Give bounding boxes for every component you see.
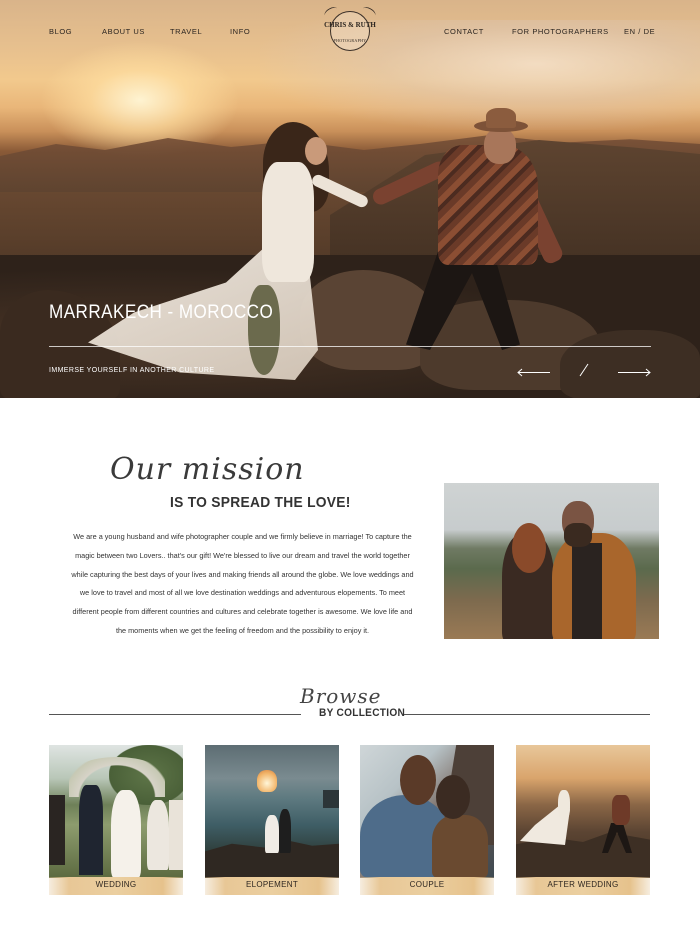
language-switcher[interactable]: EN / DE <box>624 27 655 36</box>
hero-subtitle: IMMERSE YOURSELF IN ANOTHER CULTURE <box>49 367 215 374</box>
img-bride <box>558 790 570 820</box>
collection-elopement[interactable]: ELOPEMENT <box>205 745 339 895</box>
divider-line <box>404 714 650 715</box>
bride-body <box>262 162 314 282</box>
bouquet <box>248 285 280 375</box>
img-woman-head <box>400 755 436 805</box>
nav-contact[interactable]: CONTACT <box>444 27 484 36</box>
arrow-right-icon[interactable] <box>617 368 651 377</box>
collection-couple[interactable]: COUPLE <box>360 745 494 895</box>
nav-about-us[interactable]: ABOUT US <box>102 27 145 36</box>
img-bride <box>265 815 279 853</box>
collection-label[interactable]: AFTER WEDDING <box>516 880 650 889</box>
nav-blog[interactable]: BLOG <box>49 27 72 36</box>
collection-after-wedding[interactable]: AFTER WEDDING <box>516 745 650 895</box>
photo-woman-hair <box>512 523 546 573</box>
img-man-head <box>436 775 470 819</box>
photo-man-beard <box>564 523 592 547</box>
nav-for-photographers[interactable]: FOR PHOTOGRAPHERS <box>512 27 609 36</box>
logo-badge <box>330 11 370 51</box>
browse-script-title: Browse <box>300 684 382 708</box>
collection-image[interactable] <box>360 745 494 878</box>
mission-text: We are a young husband and wife photogra… <box>71 532 414 635</box>
collection-image[interactable] <box>516 745 650 878</box>
hero-title: MARRAKECH - MOROCCO <box>49 302 274 323</box>
nav-travel[interactable]: TRAVEL <box>170 27 202 36</box>
collection-label[interactable]: ELOPEMENT <box>205 880 339 889</box>
img-groom <box>79 785 103 875</box>
img-guest <box>169 800 183 870</box>
img-guest <box>49 795 65 865</box>
divider-line <box>49 714 301 715</box>
collection-image[interactable] <box>49 745 183 878</box>
photo-man-shirt <box>572 543 602 639</box>
img-groom <box>612 795 630 825</box>
img-cliff <box>323 790 339 808</box>
img-man <box>432 815 488 878</box>
img-groom <box>279 809 291 853</box>
mission-heading: IS TO SPREAD THE LOVE! <box>170 494 351 511</box>
couple-photo <box>444 483 659 639</box>
img-bride <box>111 790 141 878</box>
bride-face <box>305 137 327 165</box>
collection-grid: WEDDING ELOPEMENT COUPLE AFTER WEDDING <box>49 745 651 895</box>
site-logo[interactable]: CHRIS & RUTH PHOTOGRAPHY <box>322 5 378 54</box>
collection-label[interactable]: COUPLE <box>360 880 494 889</box>
browse-heading: BY COLLECTION <box>319 707 406 719</box>
logo-sub: PHOTOGRAPHY <box>333 38 367 43</box>
collection-image[interactable] <box>205 745 339 878</box>
divider-slash-icon <box>579 363 589 377</box>
groom-shirt <box>438 145 538 265</box>
groom-head <box>484 128 516 164</box>
nav-info[interactable]: INFO <box>230 27 250 36</box>
mission-script-title: Our mission <box>110 452 305 487</box>
collection-label[interactable]: WEDDING <box>49 880 183 889</box>
collection-wedding[interactable]: WEDDING <box>49 745 183 895</box>
hero-divider <box>49 346 651 347</box>
groom-hat <box>486 108 516 128</box>
img-guest <box>147 800 169 870</box>
img-sky-lantern <box>257 770 277 792</box>
arrow-left-icon[interactable] <box>517 368 551 377</box>
logo-name: CHRIS & RUTH <box>324 21 376 29</box>
main-nav: BLOG ABOUT US TRAVEL INFO CHRIS & RUTH P… <box>0 0 700 62</box>
